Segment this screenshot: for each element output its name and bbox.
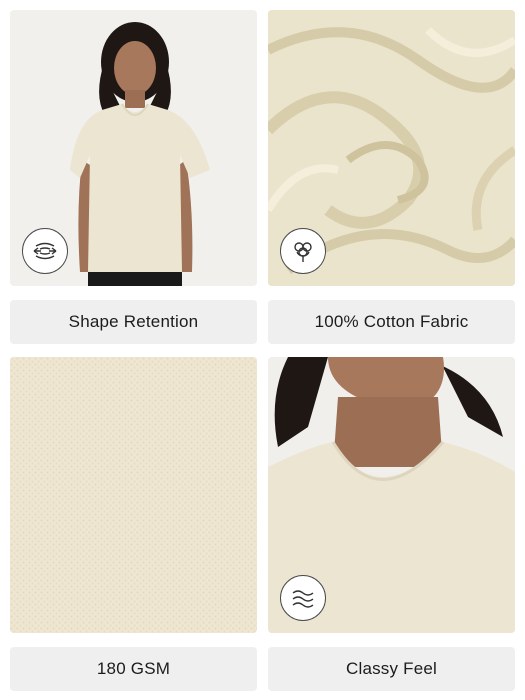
waves-icon [280, 575, 326, 621]
stretch-arrows-icon [22, 228, 68, 274]
model-front-image [10, 10, 257, 286]
feature-label-classy-feel: Classy Feel [268, 647, 515, 691]
fabric-swirl-image [268, 10, 515, 286]
cotton-flower-icon [280, 228, 326, 274]
neckline-closeup-image [268, 357, 515, 633]
feature-label-gsm: 180 GSM [10, 647, 257, 691]
fabric-texture-image [10, 357, 257, 633]
feature-label-shape-retention: Shape Retention [10, 300, 257, 344]
feature-label-cotton-fabric: 100% Cotton Fabric [268, 300, 515, 344]
